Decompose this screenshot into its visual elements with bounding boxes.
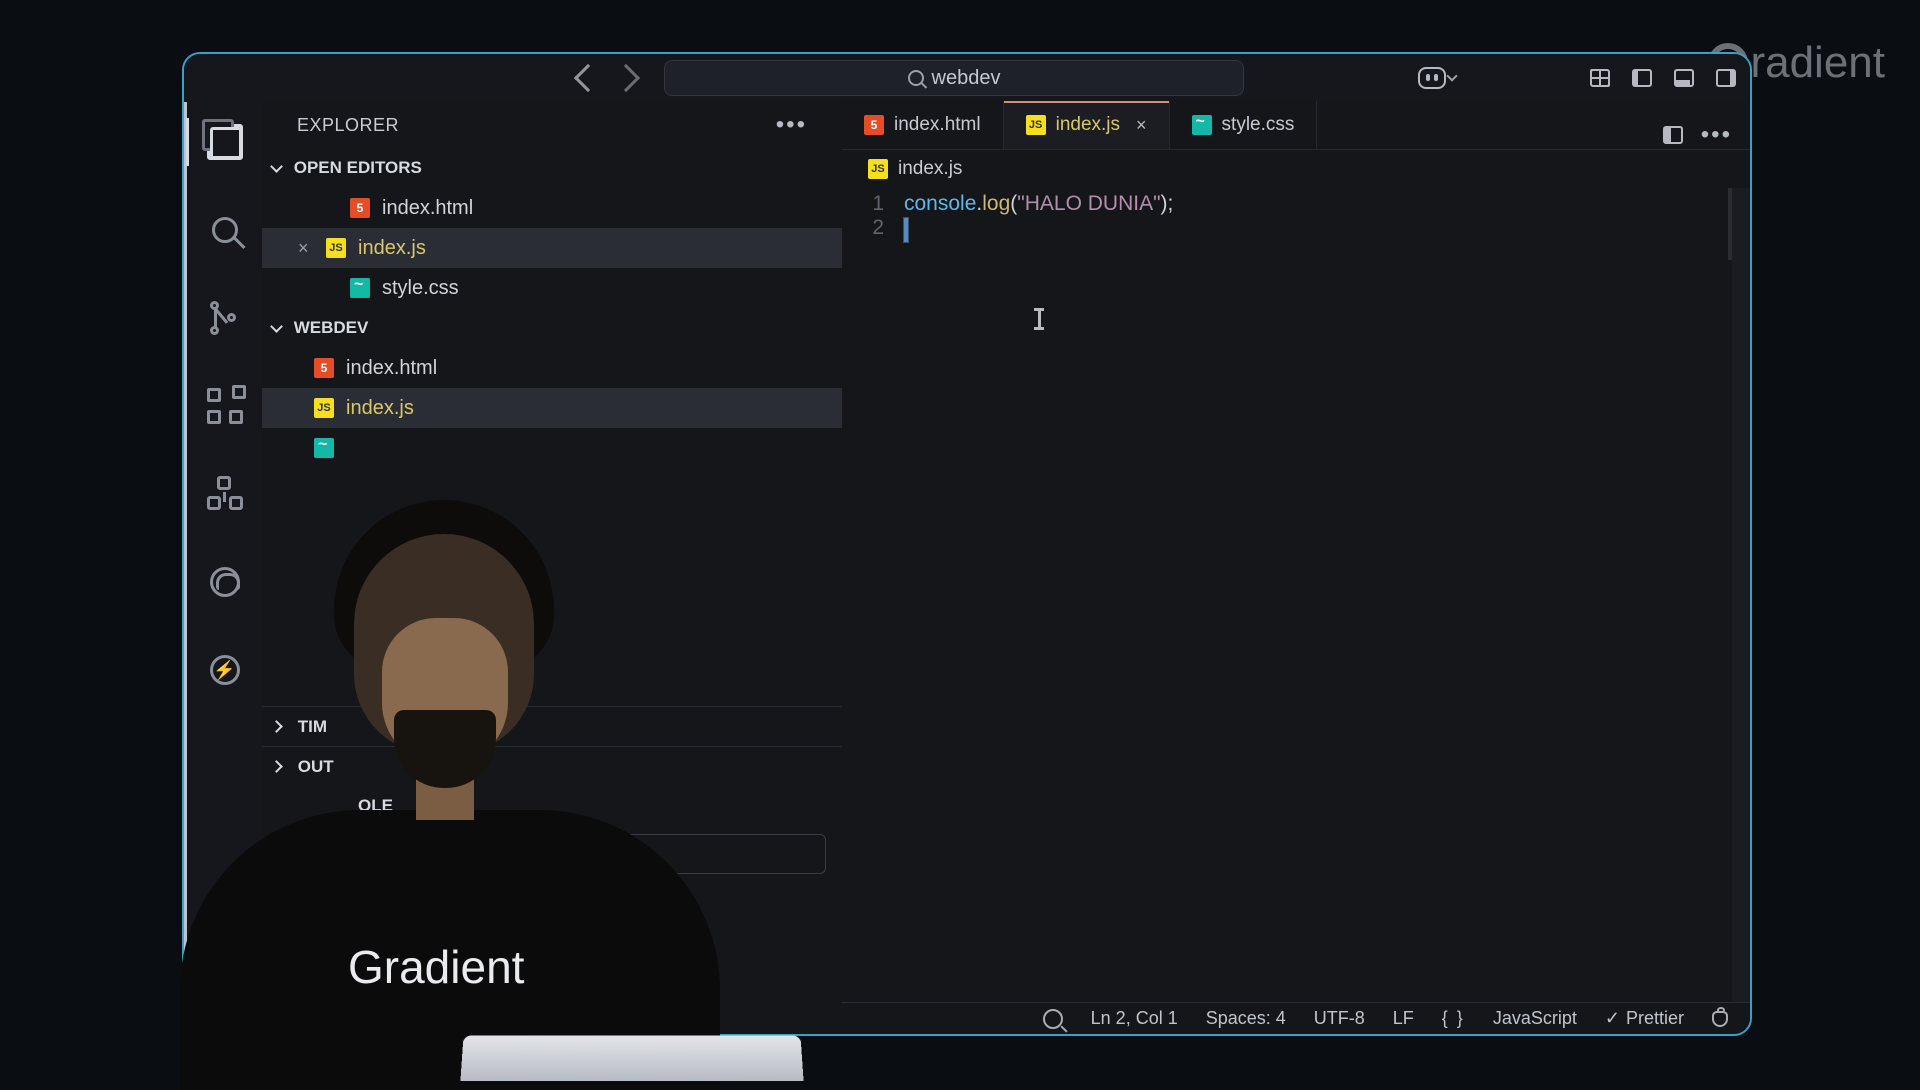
remote-icon — [207, 476, 243, 512]
status-encoding[interactable]: UTF-8 — [1314, 1008, 1365, 1029]
tree-icon — [210, 567, 240, 597]
close-icon[interactable]: × — [298, 238, 314, 259]
ibeam-cursor-icon — [1038, 308, 1041, 330]
activity-bar: ⚡ — [184, 102, 262, 1034]
activity-thunder[interactable]: ⚡ — [186, 638, 264, 702]
status-language[interactable]: JavaScript — [1493, 1008, 1577, 1029]
zoom-icon[interactable] — [1043, 1009, 1063, 1029]
bell-icon[interactable] — [1712, 1011, 1728, 1027]
extensions-icon — [207, 388, 243, 424]
explorer-title: EXPLORER — [297, 115, 399, 136]
line-number: 2 — [842, 216, 904, 240]
section-outline[interactable]: OUT — [262, 746, 842, 786]
activity-tree[interactable] — [186, 550, 264, 614]
status-eol[interactable]: LF — [1393, 1008, 1414, 1029]
status-formatter[interactable]: Prettier — [1605, 1008, 1684, 1029]
activity-remote[interactable] — [186, 462, 264, 526]
nav-forward-icon[interactable] — [612, 64, 640, 92]
toggle-bottom-panel-icon[interactable] — [1674, 69, 1694, 87]
tab-style-css[interactable]: style.css — [1170, 101, 1318, 149]
tailwind-icon — [314, 438, 334, 458]
tab-index-js[interactable]: JSindex.js× — [1004, 101, 1170, 149]
tailwind-icon — [350, 278, 370, 298]
nav-back-icon[interactable] — [574, 64, 602, 92]
text-cursor — [904, 218, 908, 242]
activity-search[interactable] — [186, 198, 264, 262]
layout-grid-icon[interactable] — [1590, 69, 1610, 87]
activity-extensions[interactable] — [186, 374, 264, 438]
section-console[interactable]: OLE — [262, 786, 842, 826]
js-icon: JS — [1026, 115, 1046, 135]
search-value: webdev — [932, 67, 1001, 90]
bolt-icon: ⚡ — [210, 655, 240, 685]
toggle-primary-panel-icon[interactable] — [1632, 69, 1652, 87]
file-index-html[interactable]: 5index.html — [262, 348, 842, 388]
search-icon — [212, 217, 238, 243]
js-icon: JS — [868, 159, 888, 179]
code-line-1[interactable]: console.log("HALO DUNIA"); — [904, 192, 1750, 216]
activity-explorer[interactable] — [186, 110, 264, 174]
line-number: 1 — [842, 192, 904, 216]
open-editors-section[interactable]: OPEN EDITORS — [262, 148, 842, 188]
more-icon[interactable]: ••• — [776, 111, 807, 139]
status-bar: Ln 2, Col 1 Spaces: 4 UTF-8 LF { } JavaS… — [842, 1002, 1750, 1034]
titlebar: webdev — [184, 54, 1750, 102]
status-cursor-pos[interactable]: Ln 2, Col 1 — [1091, 1008, 1178, 1029]
scrollbar[interactable] — [1732, 188, 1750, 1002]
command-center-search[interactable]: webdev — [664, 60, 1244, 96]
file-style-css[interactable] — [262, 428, 842, 468]
files-icon — [207, 124, 243, 160]
chevron-down-icon[interactable] — [1446, 70, 1457, 81]
search-icon — [908, 70, 924, 86]
status-braces-icon[interactable]: { } — [1442, 1008, 1465, 1029]
copilot-icon[interactable] — [1418, 67, 1446, 89]
toggle-secondary-panel-icon[interactable] — [1716, 69, 1736, 87]
git-branch-icon — [210, 301, 240, 335]
breadcrumb[interactable]: JS index.js — [842, 150, 1750, 188]
html-icon: 5 — [350, 198, 370, 218]
open-editor-style-css[interactable]: style.css — [262, 268, 842, 308]
laptop — [460, 1035, 803, 1081]
tailwind-icon — [1192, 115, 1212, 135]
section-timeline[interactable]: TIM — [262, 706, 842, 746]
open-editor-index-js[interactable]: ×JSindex.js — [262, 228, 842, 268]
code-line-2[interactable] — [904, 216, 1750, 240]
editor-tabs: 5index.html JSindex.js× style.css ••• — [842, 102, 1750, 150]
vscode-window: webdev ⚡ EXPLORER ••• — [182, 52, 1752, 1036]
js-icon: JS — [326, 238, 346, 258]
js-icon: JS — [314, 398, 334, 418]
workspace-section[interactable]: WEBDEV — [262, 308, 842, 348]
split-editor-icon[interactable] — [1663, 126, 1683, 144]
explorer-panel: EXPLORER ••• OPEN EDITORS 5index.html × J… — [262, 102, 842, 1034]
file-index-js[interactable]: JSindex.js — [262, 388, 842, 428]
status-indent[interactable]: Spaces: 4 — [1206, 1008, 1286, 1029]
html-icon: 5 — [314, 358, 334, 378]
console-input[interactable]: de, \escape) — [322, 834, 826, 874]
code-editor[interactable]: 1console.log("HALO DUNIA"); 2 — [842, 188, 1750, 1002]
close-icon[interactable]: × — [1136, 115, 1147, 136]
tab-index-html[interactable]: 5index.html — [842, 101, 1004, 149]
activity-source-control[interactable] — [186, 286, 264, 350]
html-icon: 5 — [864, 115, 884, 135]
editor-more-icon[interactable]: ••• — [1701, 121, 1732, 149]
open-editor-index-html[interactable]: 5index.html — [262, 188, 842, 228]
editor-group: 5index.html JSindex.js× style.css ••• JS… — [842, 102, 1750, 1034]
